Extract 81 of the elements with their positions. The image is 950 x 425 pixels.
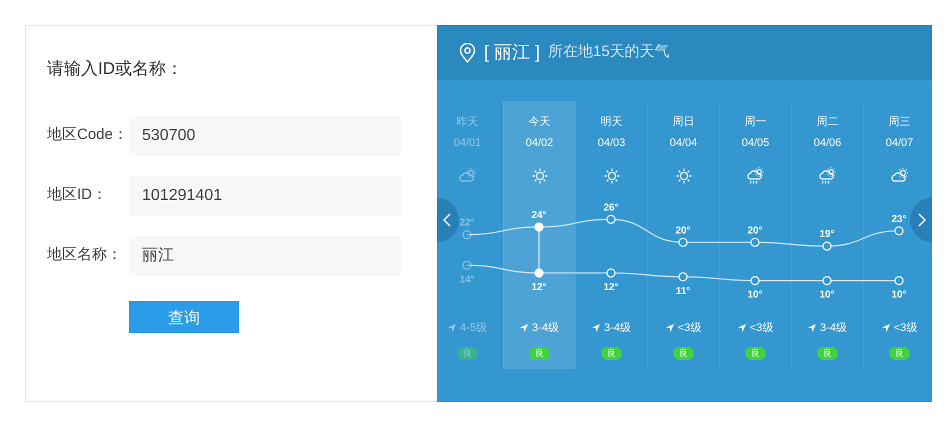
temperature-label: 12° — [531, 282, 547, 293]
day-label: 周二 — [816, 115, 838, 130]
air-quality-badge: 良 — [745, 347, 766, 360]
field-label: 地区ID： — [47, 185, 108, 206]
input-field[interactable]: 丽江 — [129, 236, 401, 276]
temperature-label: 10° — [819, 290, 835, 301]
wind-level: <3级 — [894, 321, 918, 336]
data-point — [822, 242, 832, 251]
temperature-label: 10° — [747, 290, 763, 301]
sun-icon — [602, 167, 622, 186]
temperature-label: 11° — [676, 286, 690, 297]
wind-level: 3-4级 — [532, 321, 559, 336]
data-point — [894, 276, 904, 286]
air-quality-badge: 良 — [529, 347, 550, 360]
data-point — [678, 238, 688, 247]
field-label: 地区Code： — [47, 125, 129, 146]
temperature-label: 22° — [459, 218, 475, 229]
air-quality-badge: 良 — [889, 347, 910, 360]
form-title: 请输入ID或名称： — [47, 58, 184, 80]
day-label: 周一 — [744, 115, 766, 130]
temperature-label: 20° — [675, 225, 691, 236]
air-quality-badge: 良 — [673, 347, 694, 360]
rain-cloud-icon — [746, 167, 766, 186]
sun-icon — [674, 167, 694, 186]
temperature-label: 20° — [747, 225, 763, 236]
query-button[interactable]: 查询 — [129, 300, 239, 332]
temperature-label: 26° — [603, 202, 619, 214]
day-date: 04/01 — [454, 136, 482, 151]
wind-level: 4-5级 — [460, 321, 487, 336]
data-point — [462, 260, 472, 270]
day-date: 04/07 — [886, 136, 914, 151]
location-pin-icon — [459, 42, 476, 62]
wind-level: 3-4级 — [820, 321, 847, 336]
wind-arrow-icon — [520, 324, 528, 332]
temperature-label: 10° — [891, 290, 907, 301]
day-date: 04/04 — [670, 136, 698, 151]
data-point — [534, 268, 544, 278]
air-quality-badge: 良 — [817, 347, 838, 360]
wind-level: 3-4级 — [604, 321, 631, 336]
wind-level: <3级 — [678, 321, 702, 336]
chevron-left-icon — [443, 213, 451, 227]
day-date: 04/02 — [526, 136, 554, 151]
city-name: [ 丽江 ] — [484, 41, 540, 64]
data-point — [750, 276, 760, 286]
data-point — [822, 276, 832, 286]
day-label: 周日 — [672, 115, 694, 130]
wind-level: <3级 — [750, 321, 774, 336]
input-field[interactable]: 530700 — [129, 116, 401, 156]
day-date: 04/06 — [814, 136, 842, 151]
data-point — [606, 214, 616, 224]
wind-arrow-icon — [592, 324, 600, 332]
wind-arrow-icon — [738, 324, 746, 332]
wind-arrow-icon — [666, 324, 674, 332]
day-date: 04/05 — [742, 136, 770, 151]
day-label: 周三 — [888, 115, 910, 130]
temperature-label: 19° — [819, 229, 835, 240]
air-quality-badge: 良 — [457, 347, 478, 360]
sun-icon — [530, 167, 550, 186]
wind-arrow-icon — [448, 324, 456, 332]
data-point — [462, 230, 472, 240]
day-date: 04/03 — [598, 136, 626, 151]
air-quality-badge: 良 — [601, 347, 622, 360]
temperature-label: 14° — [459, 274, 475, 286]
data-point — [750, 238, 760, 247]
data-point — [894, 226, 904, 236]
chevron-right-icon — [918, 213, 926, 227]
input-field[interactable]: 101291401 — [129, 176, 401, 216]
data-point — [534, 222, 544, 232]
header-subtitle: 所在地15天的天气 — [548, 42, 670, 62]
data-point — [606, 268, 616, 278]
temperature-label: 12° — [603, 282, 619, 293]
temperature-label: 24° — [531, 210, 547, 221]
temperature-label: 23° — [891, 214, 907, 225]
rain-cloud-icon — [818, 167, 838, 186]
day-label: 明天 — [600, 115, 622, 130]
field-label: 地区名称： — [47, 245, 123, 266]
wind-arrow-icon — [882, 324, 890, 332]
wind-arrow-icon — [808, 324, 816, 332]
day-label: 昨天 — [456, 115, 478, 130]
data-point — [678, 272, 688, 282]
day-label: 今天 — [528, 115, 550, 130]
